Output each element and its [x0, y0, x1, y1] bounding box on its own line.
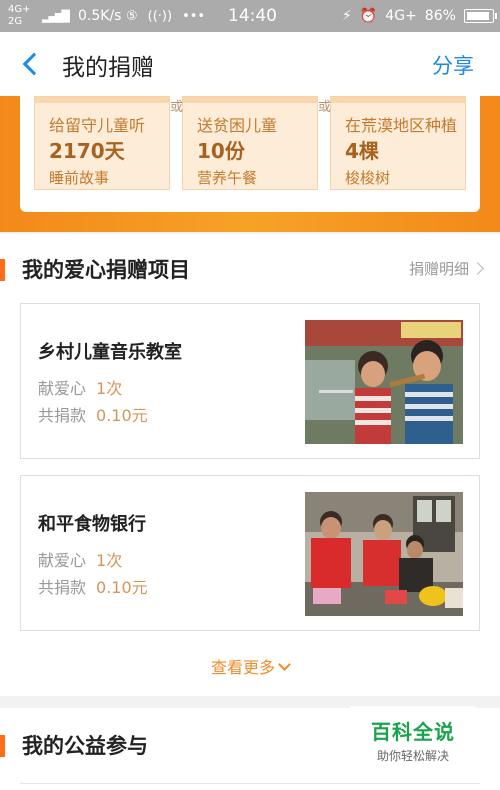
status-bar: 4G+ 2G ▂▄▆█ 0.5K/s ⑤ ((·)) ••• 14:40 ⚡ ⏰…: [0, 0, 500, 32]
detail-link-label: 捐赠明细: [408, 260, 469, 278]
chevron-down-icon: [278, 658, 291, 671]
stat-card-trees: 在荒漠地区种植 4棵 梭梭树: [330, 96, 466, 190]
amount-value: 0.10元: [96, 406, 148, 425]
network-top: 4G+: [8, 4, 31, 15]
signal-icon: ▂▄▆█: [42, 9, 70, 23]
stat-unit: 睡前故事: [49, 169, 110, 187]
or-separator: 或: [318, 100, 332, 115]
status-right: ⚡ ⏰ 4G+ 86%: [342, 0, 497, 32]
app-header: 我的捐赠 分享: [0, 32, 500, 96]
donation-stats-card: 给留守儿童听 2170天 睡前故事 送贫困儿童 10份 营养午餐 在荒漠地区种植…: [20, 96, 480, 212]
battery-percent: 86%: [424, 8, 456, 24]
projects-section: 我的爱心捐赠项目 捐赠明细 乡村儿童音乐教室 献爱心1次 共捐款0.10元: [0, 234, 500, 696]
sim-icon: ⑤: [126, 8, 138, 24]
project-card[interactable]: 乡村儿童音乐教室 献爱心 1次 共捐款 0.10元: [20, 303, 480, 459]
stat-unit: 梭梭树: [345, 169, 391, 187]
project-name: 乡村儿童音乐教室: [38, 342, 182, 363]
back-icon[interactable]: [18, 50, 46, 78]
love-count: 1次: [96, 551, 123, 570]
share-button[interactable]: 分享: [432, 50, 474, 80]
project-name: 和平食物银行: [38, 514, 146, 535]
more-dots-icon: •••: [182, 8, 206, 24]
clock: 14:40: [228, 6, 277, 26]
stat-value: 2170天: [49, 139, 125, 163]
amount-value: 0.10元: [96, 578, 148, 597]
amount-row: 共捐款 0.10元: [38, 406, 148, 425]
stat-label: 送贫困儿童: [197, 116, 278, 135]
stat-unit: 营养午餐: [197, 169, 258, 187]
status-icons: ⑤ ((·)) •••: [126, 0, 205, 32]
view-more-label: 查看更多: [210, 658, 275, 677]
love-count-row: 献爱心 1次: [38, 379, 123, 398]
alarm-icon: ⏰: [359, 8, 378, 24]
amount-row: 共捐款 0.10元: [38, 578, 148, 597]
watermark-logo: 百科全说 助你轻松解决: [350, 706, 476, 768]
love-count: 1次: [96, 379, 123, 398]
divider: [20, 783, 480, 784]
network-speed: 0.5K/s: [78, 8, 122, 24]
or-separator: 或: [170, 100, 184, 115]
project-photo-food: [305, 492, 463, 616]
project-photo-music: [305, 320, 463, 444]
page-title: 我的捐赠: [62, 55, 154, 81]
battery-icon: [463, 9, 497, 23]
watermark-sub: 助你轻松解决: [376, 749, 449, 763]
section-accent: [0, 259, 5, 281]
stat-value: 10份: [197, 139, 245, 163]
network-bottom: 2G: [8, 16, 23, 27]
watermark-main: 百科全说: [371, 720, 455, 744]
love-count-row: 献爱心 1次: [38, 551, 123, 570]
right-network: 4G+: [385, 8, 417, 24]
section-accent: [0, 735, 5, 757]
section-title: 我的爱心捐赠项目: [22, 258, 190, 282]
donation-detail-link[interactable]: 捐赠明细: [408, 258, 484, 279]
view-more-button[interactable]: 查看更多: [0, 654, 500, 678]
stat-card-stories: 给留守儿童听 2170天 睡前故事: [34, 96, 170, 190]
stat-label: 在荒漠地区种植: [345, 116, 458, 135]
stat-label: 给留守儿童听: [49, 116, 146, 135]
network-indicator: 4G+ 2G: [8, 0, 31, 32]
hotspot-icon: ((·)): [147, 8, 173, 24]
stat-card-lunch: 送贫困儿童 10份 营养午餐: [182, 96, 318, 190]
chevron-right-icon: [471, 262, 484, 275]
stat-value: 4棵: [345, 139, 379, 163]
section-title: 我的公益参与: [22, 734, 148, 758]
charging-icon: ⚡: [342, 8, 352, 24]
project-card[interactable]: 和平食物银行 献爱心 1次 共捐款 0.10元: [20, 475, 480, 631]
